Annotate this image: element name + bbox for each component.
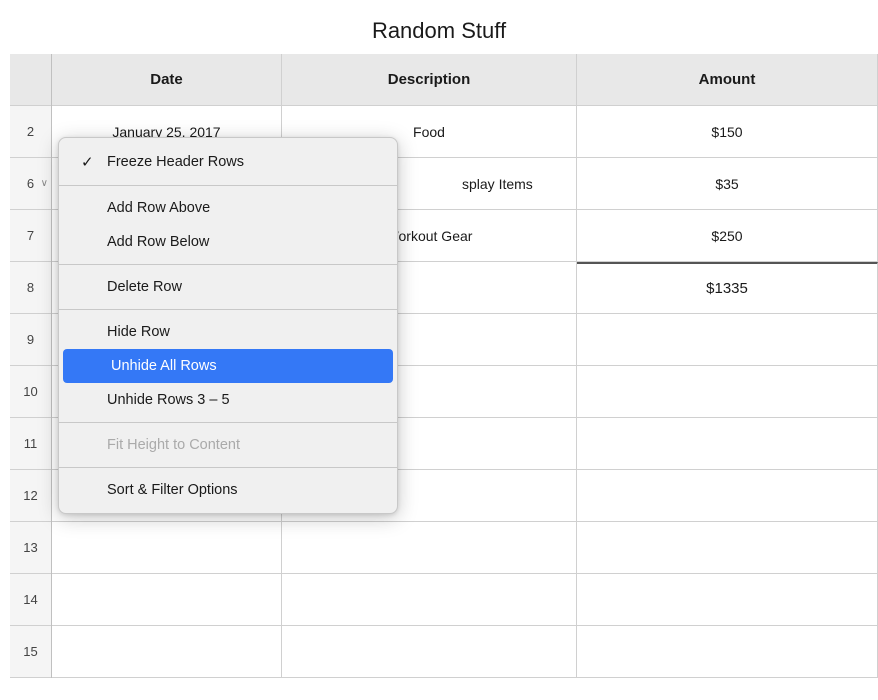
menu-separator-2	[59, 264, 397, 265]
context-menu: ✓ Freeze Header Rows Add Row Above Add R…	[58, 137, 398, 514]
page-title: Random Stuff	[0, 0, 878, 54]
menu-item-add-row-above[interactable]: Add Row Above	[59, 191, 397, 225]
row-num-14[interactable]: 14	[10, 574, 51, 626]
col-header-description: Description	[282, 54, 577, 105]
cell-amount-7[interactable]: $250	[577, 210, 878, 261]
cell-amount-2[interactable]: $150	[577, 106, 878, 157]
menu-separator-5	[59, 467, 397, 468]
table-row	[52, 626, 878, 678]
row-num-header	[10, 54, 51, 106]
checkmark-icon: ✓	[81, 153, 99, 171]
menu-item-freeze-header-rows[interactable]: ✓ Freeze Header Rows	[59, 144, 397, 180]
row-num-10[interactable]: 10	[10, 366, 51, 418]
menu-item-sort-filter[interactable]: Sort & Filter Options	[59, 473, 397, 507]
row-num-2[interactable]: 2	[10, 106, 51, 158]
menu-item-unhide-all-rows[interactable]: Unhide All Rows	[63, 349, 393, 383]
menu-separator-3	[59, 309, 397, 310]
col-header-amount: Amount	[577, 54, 878, 105]
table-row	[52, 574, 878, 626]
row-num-15[interactable]: 15	[10, 626, 51, 678]
row-num-6[interactable]: 6 ∨	[10, 158, 51, 210]
row-num-11[interactable]: 11	[10, 418, 51, 470]
cell-amount-6[interactable]: $35	[577, 158, 878, 209]
menu-item-fit-height: Fit Height to Content	[59, 428, 397, 462]
row-num-9[interactable]: 9	[10, 314, 51, 366]
menu-item-add-row-below[interactable]: Add Row Below	[59, 225, 397, 259]
header-row: Date Description Amount	[52, 54, 878, 106]
row-num-13[interactable]: 13	[10, 522, 51, 574]
row-num-12[interactable]: 12	[10, 470, 51, 522]
col-header-date: Date	[52, 54, 282, 105]
row-num-7[interactable]: 7	[10, 210, 51, 262]
menu-item-unhide-rows-3-5[interactable]: Unhide Rows 3 – 5	[59, 383, 397, 417]
menu-separator-4	[59, 422, 397, 423]
row-chevron: ∨	[41, 178, 48, 189]
table-row	[52, 522, 878, 574]
row-numbers: 2 6 ∨ 7 8 9 10 11 12 13 14 15	[10, 54, 52, 678]
menu-item-delete-row[interactable]: Delete Row	[59, 270, 397, 304]
menu-separator-1	[59, 185, 397, 186]
cell-amount-8[interactable]: $1335	[577, 262, 878, 313]
menu-item-hide-row[interactable]: Hide Row	[59, 315, 397, 349]
row-num-8[interactable]: 8	[10, 262, 51, 314]
